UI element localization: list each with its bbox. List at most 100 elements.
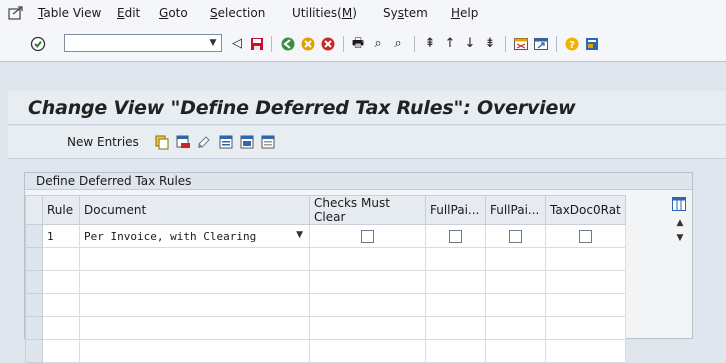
select-all-column[interactable] [25, 195, 43, 225]
rule-cell[interactable] [42, 339, 80, 363]
empty-cell [309, 270, 426, 294]
column-header-fullpai-1[interactable]: FullPai... [425, 195, 486, 225]
menu-bar: Table View Edit Goto Selection Utilities… [0, 0, 726, 28]
column-header-rule[interactable]: Rule [42, 195, 80, 225]
command-field[interactable]: ▼ [64, 34, 222, 52]
rule-cell[interactable] [42, 247, 80, 271]
rule-cell[interactable] [42, 316, 80, 340]
toolbar-separator [414, 36, 415, 52]
table-row: 1 Per Invoice, with Clearing ▼ [25, 224, 626, 248]
prev-page-icon[interactable]: ↑ [442, 36, 458, 52]
document-cell[interactable]: Per Invoice, with Clearing ▼ [79, 224, 310, 248]
save-icon[interactable] [249, 36, 265, 52]
table-row [25, 339, 626, 363]
menu-edit[interactable]: Edit [117, 6, 140, 20]
taxdoc0rat-checkbox[interactable] [578, 230, 592, 243]
empty-cell [425, 270, 486, 294]
empty-cell [485, 293, 546, 317]
data-table: Rule Document Checks Must Clear FullPai.… [25, 195, 626, 363]
scroll-down-icon[interactable]: ▼ [675, 233, 685, 243]
exit-menu-icon[interactable] [8, 5, 24, 21]
column-header-fullpai-2[interactable]: FullPai... [485, 195, 546, 225]
checks-must-clear-cell [309, 224, 426, 248]
exit-icon[interactable] [300, 36, 316, 52]
next-page-icon[interactable]: ↓ [462, 36, 478, 52]
empty-cell [309, 293, 426, 317]
row-selector[interactable] [25, 224, 43, 248]
svg-text:?: ? [569, 40, 575, 51]
document-cell[interactable] [79, 270, 310, 294]
column-header-checks-must-clear[interactable]: Checks Must Clear [309, 195, 426, 225]
copy-icon[interactable] [154, 134, 170, 150]
select-all-icon[interactable] [218, 134, 234, 150]
menu-utilities[interactable]: Utilities(M) [292, 6, 357, 20]
help-icon[interactable]: ? [564, 36, 580, 52]
empty-cell [485, 316, 546, 340]
table-settings-icon[interactable] [672, 197, 686, 211]
empty-cell [309, 339, 426, 363]
menu-table-view[interactable]: Table View [38, 6, 101, 20]
chevron-down-icon[interactable]: ▼ [296, 230, 303, 240]
enter-icon[interactable] [30, 36, 46, 52]
empty-cell [425, 316, 486, 340]
toolbar-separator [556, 36, 557, 52]
empty-cell [545, 293, 626, 317]
customize-icon[interactable] [584, 36, 600, 52]
last-page-icon[interactable]: ⇟ [482, 36, 498, 52]
row-selector[interactable] [25, 247, 43, 271]
table-control: Define Deferred Tax Rules Rule Document … [24, 172, 693, 363]
find-icon[interactable]: ⌕ [370, 36, 386, 52]
document-cell[interactable] [79, 247, 310, 271]
checks-must-clear-checkbox[interactable] [361, 230, 374, 243]
empty-cell [425, 247, 486, 271]
new-entries-button[interactable]: New Entries [67, 135, 139, 149]
row-selector[interactable] [25, 316, 43, 340]
fullpai-1-checkbox[interactable] [449, 230, 462, 243]
row-selector[interactable] [25, 339, 43, 363]
table-row [25, 293, 626, 317]
empty-cell [545, 270, 626, 294]
table-row [25, 247, 626, 271]
rule-cell[interactable] [42, 270, 80, 294]
rule-cell[interactable] [42, 293, 80, 317]
row-selector[interactable] [25, 270, 43, 294]
scroll-up-icon[interactable]: ▲ [675, 218, 685, 228]
empty-cell [545, 247, 626, 271]
empty-cell [425, 293, 486, 317]
empty-cell [485, 270, 546, 294]
standard-toolbar: ▼ ◁ 🖶 ⌕ ⌕ ⇞ ↑ ↓ ⇟ ? [0, 27, 726, 62]
column-header-taxdoc0rat[interactable]: TaxDoc0Rat [545, 195, 626, 225]
back-green-icon[interactable] [280, 36, 296, 52]
toolbar-separator [343, 36, 344, 52]
column-header-document[interactable]: Document [79, 195, 310, 225]
document-cell[interactable] [79, 293, 310, 317]
chevron-down-icon[interactable]: ▼ [205, 35, 221, 51]
deselect-all-icon[interactable] [260, 134, 276, 150]
find-next-icon[interactable]: ⌕ [390, 36, 406, 52]
menu-selection[interactable]: Selection [210, 6, 265, 20]
toolbar-separator [505, 36, 506, 52]
delete-icon[interactable] [175, 134, 191, 150]
menu-help[interactable]: Help [451, 6, 478, 20]
toolbar-separator [271, 36, 272, 52]
menu-goto[interactable]: Goto [159, 6, 188, 20]
empty-cell [309, 247, 426, 271]
fullpai-2-checkbox[interactable] [509, 230, 522, 243]
document-cell[interactable] [79, 339, 310, 363]
table-scroll-column: ▲ ▼ [669, 195, 693, 335]
taxdoc0rat-cell [545, 224, 626, 248]
back-icon[interactable]: ◁ [229, 36, 245, 52]
first-page-icon[interactable]: ⇞ [422, 36, 438, 52]
undo-icon[interactable] [196, 134, 212, 150]
table-caption: Define Deferred Tax Rules [25, 173, 692, 190]
new-session-icon[interactable] [513, 36, 529, 52]
document-cell[interactable] [79, 316, 310, 340]
rule-cell[interactable]: 1 [42, 224, 80, 248]
print-icon[interactable]: 🖶 [350, 36, 366, 52]
application-toolbar: New Entries [8, 126, 726, 159]
row-selector[interactable] [25, 293, 43, 317]
cancel-icon[interactable] [320, 36, 336, 52]
menu-system[interactable]: System [383, 6, 428, 20]
shortcut-icon[interactable] [533, 36, 549, 52]
select-block-icon[interactable] [239, 134, 255, 150]
